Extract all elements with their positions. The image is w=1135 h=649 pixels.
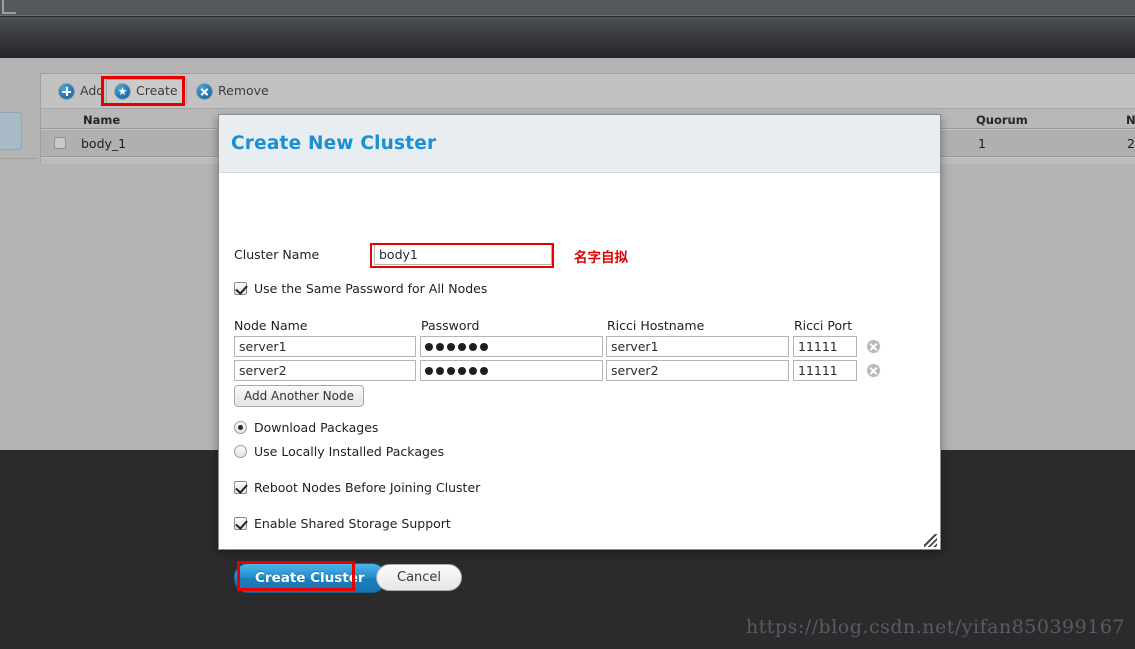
cluster-name-row: Cluster Name xyxy=(234,243,552,265)
reboot-nodes-checkbox[interactable] xyxy=(234,481,247,494)
shared-storage-checkbox[interactable] xyxy=(234,517,247,530)
plus-circle-icon xyxy=(59,84,74,99)
ricci-hostname-input-2[interactable] xyxy=(606,360,789,381)
column-header-quorum: Quorum xyxy=(976,113,1028,127)
create-button-label: Create xyxy=(136,83,178,99)
add-button-label: Add xyxy=(80,83,105,99)
remove-row-icon-1[interactable] xyxy=(866,339,881,354)
shared-storage-label: Enable Shared Storage Support xyxy=(254,516,451,531)
remove-button[interactable]: Remove xyxy=(189,79,277,104)
column-header-name: Name xyxy=(83,113,121,127)
sidebar-divider xyxy=(0,158,36,159)
cluster-name-input[interactable] xyxy=(374,243,552,265)
sidebar-item-fragment[interactable] xyxy=(0,112,22,150)
ricci-hostname-input-1[interactable] xyxy=(606,336,789,357)
dialog-header: Create New Cluster xyxy=(219,115,940,173)
node-password-input-2[interactable] xyxy=(420,360,603,381)
same-password-label: Use the Same Password for All Nodes xyxy=(254,281,488,296)
column-header-nodes: N xyxy=(1126,113,1135,127)
cell-quorum: 1 xyxy=(978,136,986,151)
shared-storage-checkbox-row[interactable]: Enable Shared Storage Support xyxy=(234,516,451,531)
cell-cluster-name: body_1 xyxy=(81,136,127,151)
remove-button-label: Remove xyxy=(218,83,269,99)
create-cluster-button[interactable]: Create Cluster xyxy=(234,563,386,593)
reboot-nodes-label: Reboot Nodes Before Joining Cluster xyxy=(254,480,481,495)
node-column-header-ricci-hostname: Ricci Hostname xyxy=(607,318,705,333)
dialog-resize-handle[interactable] xyxy=(924,534,937,547)
ricci-port-input-1[interactable] xyxy=(793,336,857,357)
create-button[interactable]: Create xyxy=(106,79,187,104)
local-packages-radio[interactable] xyxy=(234,445,247,458)
chinese-annotation-text: 名字自拟 xyxy=(574,250,628,266)
reboot-nodes-checkbox-row[interactable]: Reboot Nodes Before Joining Cluster xyxy=(234,480,480,495)
node-column-header-ricci-port: Ricci Port xyxy=(794,318,853,333)
watermark-text: https://blog.csdn.net/yifan850399167 xyxy=(745,616,1125,638)
dialog-body: Cluster Name 名字自拟 Use the Same Password … xyxy=(219,173,940,593)
cell-nodes: 2 xyxy=(1127,136,1135,151)
browser-chrome-top-bar xyxy=(0,0,1135,16)
node-name-input-1[interactable] xyxy=(234,336,416,357)
browser-tab-fragment[interactable] xyxy=(2,0,16,14)
same-password-checkbox-row[interactable]: Use the Same Password for All Nodes xyxy=(234,281,487,296)
download-packages-radio[interactable] xyxy=(234,421,247,434)
create-new-cluster-dialog: Create New Cluster Cluster Name 名字自拟 Use… xyxy=(218,114,941,593)
local-packages-label: Use Locally Installed Packages xyxy=(254,444,445,459)
add-another-node-button[interactable]: Add Another Node xyxy=(234,385,364,407)
ricci-port-input-2[interactable] xyxy=(793,360,857,381)
same-password-checkbox[interactable] xyxy=(234,282,247,295)
dialog-title: Create New Cluster xyxy=(231,133,437,154)
clusters-toolbar: Add Create Remove xyxy=(41,74,1135,109)
node-column-header-password: Password xyxy=(421,318,480,333)
browser-chrome-gradient-band xyxy=(0,17,1135,58)
row-select-checkbox[interactable] xyxy=(54,137,66,149)
node-password-input-1[interactable] xyxy=(420,336,603,357)
local-packages-radio-row[interactable]: Use Locally Installed Packages xyxy=(234,444,444,459)
node-column-header-node-name: Node Name xyxy=(234,318,308,333)
node-name-input-2[interactable] xyxy=(234,360,416,381)
add-button[interactable]: Add xyxy=(51,79,112,104)
x-circle-icon xyxy=(197,84,212,99)
download-packages-radio-row[interactable]: Download Packages xyxy=(234,420,378,435)
remove-row-icon-2[interactable] xyxy=(866,363,881,378)
cancel-button[interactable]: Cancel xyxy=(376,564,463,591)
download-packages-label: Download Packages xyxy=(254,420,379,435)
cluster-name-label: Cluster Name xyxy=(234,246,320,262)
star-circle-icon xyxy=(115,84,130,99)
